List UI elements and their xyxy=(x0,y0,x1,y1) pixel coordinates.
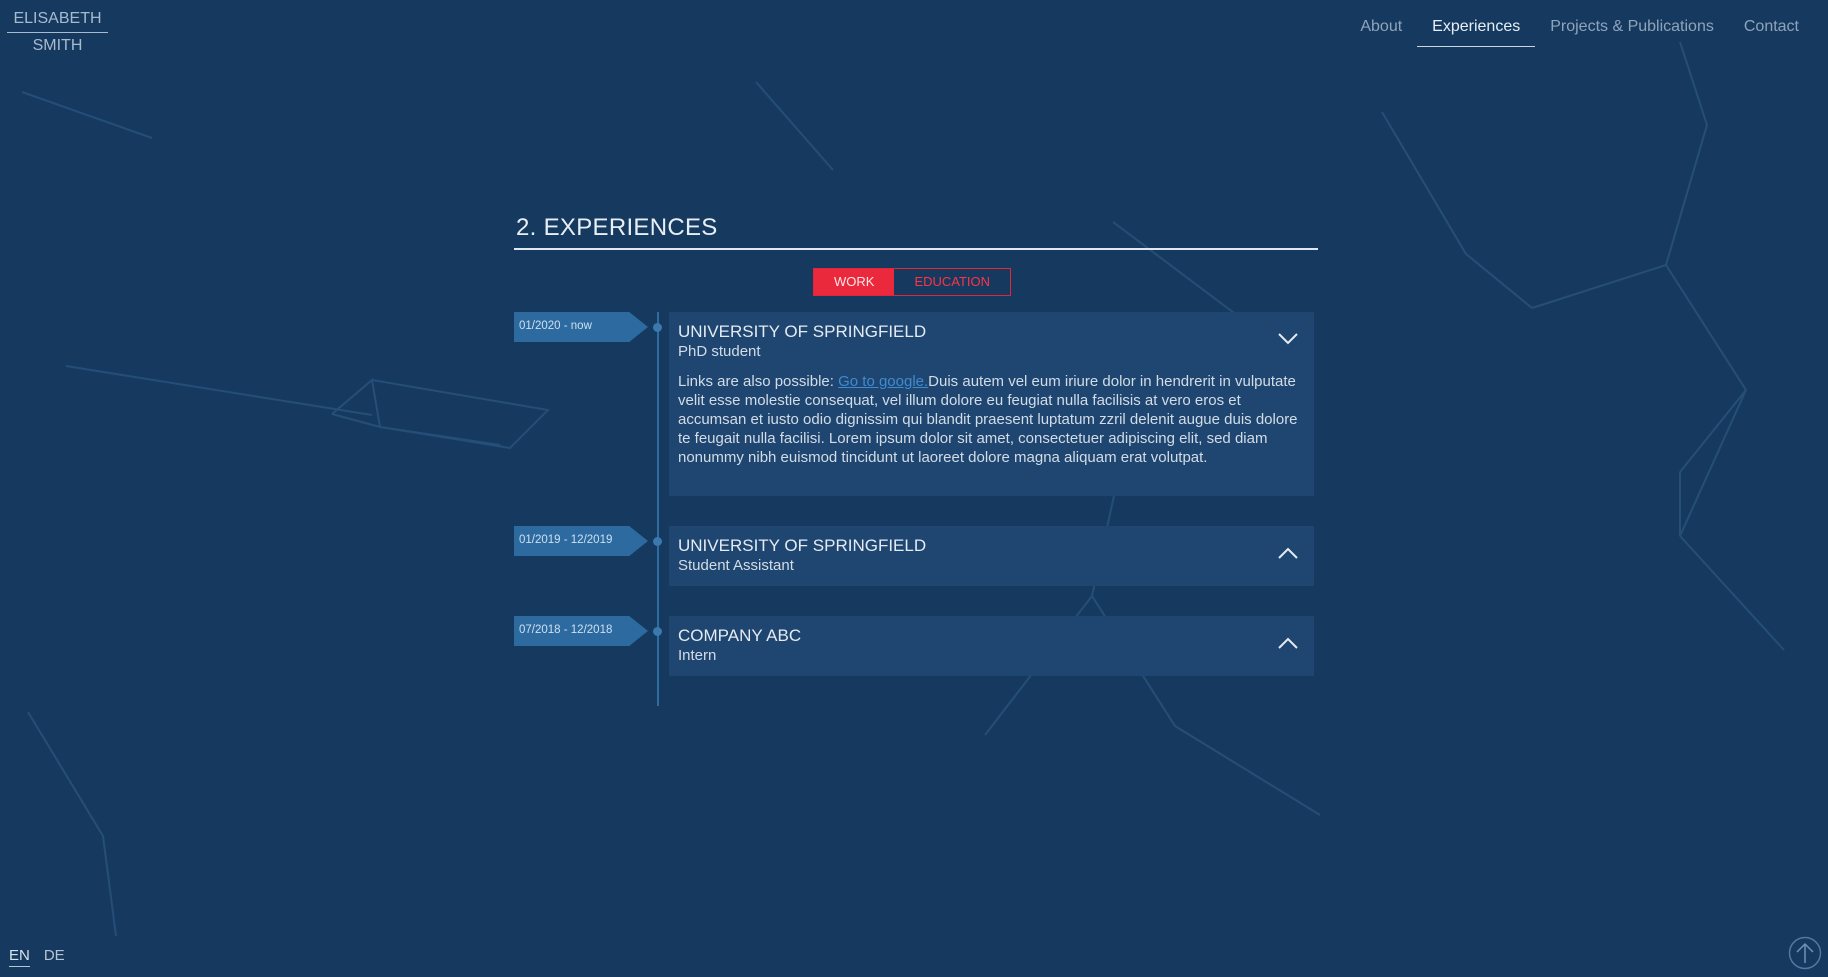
experiences-section: 2. EXPERIENCES WORK EDUCATION 01/2020 - … xyxy=(514,210,1318,706)
experience-description: Links are also possible: Go to google.Du… xyxy=(678,372,1305,467)
logo-first-name: ELISABETH xyxy=(7,6,108,33)
language-option-de[interactable]: DE xyxy=(44,947,65,967)
experience-card: UNIVERSITY OF SPRINGFIELD PhD student Li… xyxy=(669,312,1314,496)
role-title: Student Assistant xyxy=(678,557,794,574)
site-logo[interactable]: ELISABETH SMITH xyxy=(7,6,108,59)
chevron-down-icon[interactable] xyxy=(1278,333,1298,345)
work-education-toggle: WORK EDUCATION xyxy=(813,268,1012,296)
section-title: 2. EXPERIENCES xyxy=(514,210,1318,250)
nav-item-experiences[interactable]: Experiences xyxy=(1417,14,1536,47)
language-option-en[interactable]: EN xyxy=(9,947,30,967)
timeline-dot xyxy=(653,323,662,332)
timeline-dot xyxy=(653,627,662,636)
description-prefix: Links are also possible: xyxy=(678,373,839,390)
date-tag: 01/2019 - 12/2019 xyxy=(514,526,648,556)
language-switcher: EN DE xyxy=(9,947,79,967)
organization-name: UNIVERSITY OF SPRINGFIELD xyxy=(678,536,927,555)
timeline-dot xyxy=(653,537,662,546)
nav-item-projects-publications[interactable]: Projects & Publications xyxy=(1535,14,1729,47)
chevron-up-icon[interactable] xyxy=(1278,547,1298,559)
work-tab[interactable]: WORK xyxy=(814,269,895,295)
role-title: Intern xyxy=(678,647,717,664)
timeline-line xyxy=(657,312,659,706)
nav-item-contact[interactable]: Contact xyxy=(1729,14,1814,47)
organization-name: COMPANY ABC xyxy=(678,626,802,645)
education-tab[interactable]: EDUCATION xyxy=(894,269,1010,295)
experience-card: COMPANY ABC Intern xyxy=(669,616,1314,676)
nav-item-about[interactable]: About xyxy=(1345,14,1417,47)
date-tag: 01/2020 - now xyxy=(514,312,648,342)
organization-name: UNIVERSITY OF SPRINGFIELD xyxy=(678,322,927,341)
google-link[interactable]: Go to google. xyxy=(838,373,928,390)
arrow-up-circle-icon[interactable] xyxy=(1788,936,1822,970)
date-tag: 07/2018 - 12/2018 xyxy=(514,616,648,646)
main-nav: About Experiences Projects & Publication… xyxy=(1345,14,1814,47)
logo-last-name: SMITH xyxy=(32,37,83,54)
experience-card: UNIVERSITY OF SPRINGFIELD Student Assist… xyxy=(669,526,1314,586)
role-title: PhD student xyxy=(678,343,761,360)
chevron-up-icon[interactable] xyxy=(1278,637,1298,649)
